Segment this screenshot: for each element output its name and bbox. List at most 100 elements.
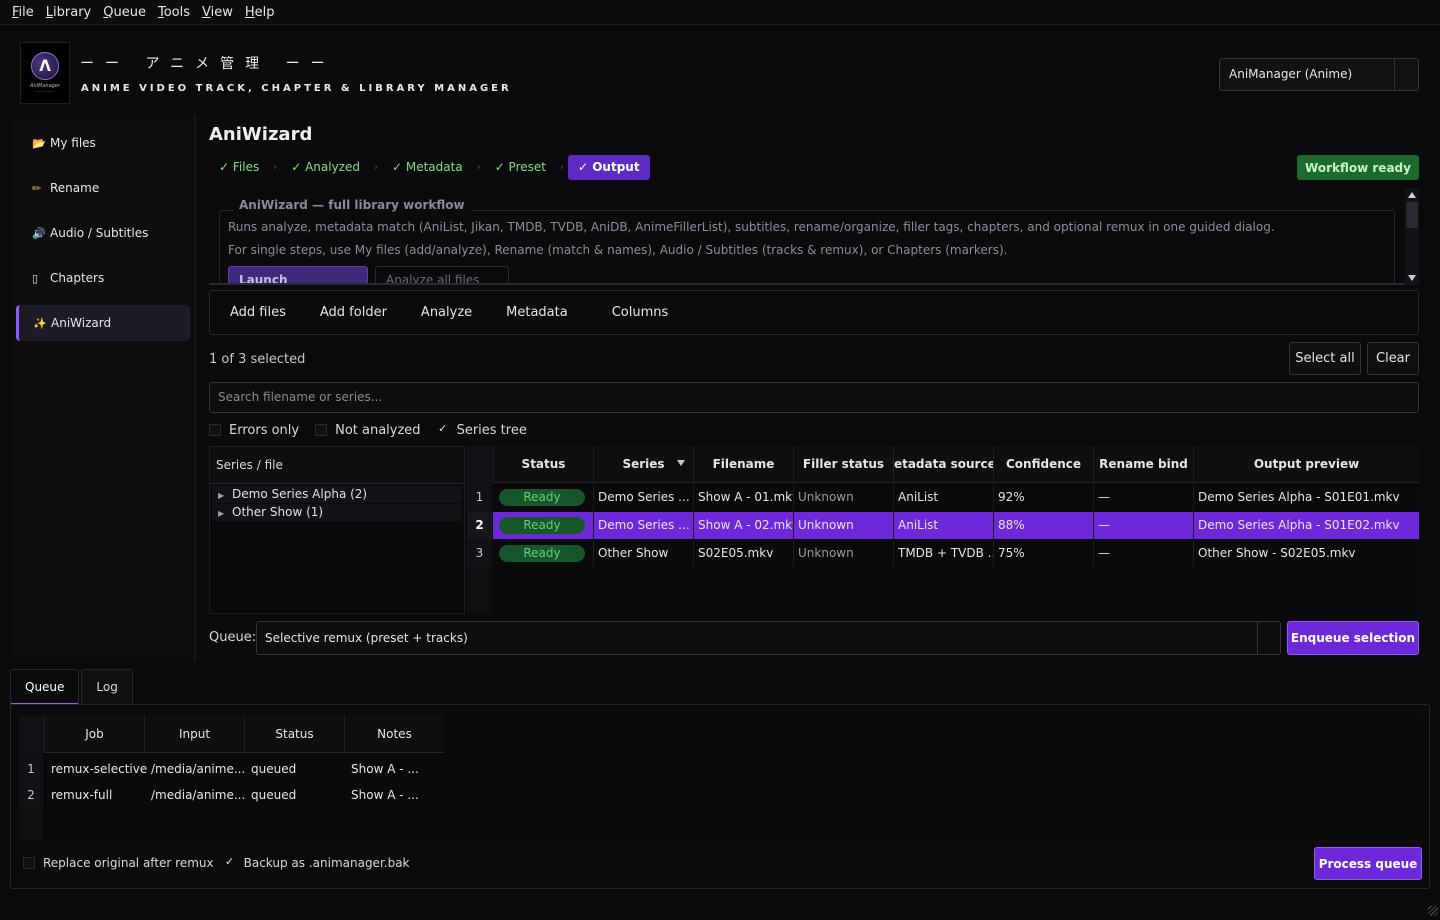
- sidebar: 📂 My files ✏ Rename 🔊 Audio / Subtitles …: [10, 114, 196, 662]
- notes-cell[interactable]: Show A - ...: [347, 782, 447, 808]
- clear-button[interactable]: Clear: [1367, 342, 1419, 375]
- pencil-icon: ✏: [32, 181, 42, 195]
- row-number[interactable]: 1: [467, 484, 492, 511]
- output-cell: Demo Series Alpha - S01E02.mkv: [1193, 512, 1419, 539]
- selection-count: 1 of 3 selected: [209, 352, 306, 367]
- row-number[interactable]: 1: [19, 756, 43, 782]
- col-notes[interactable]: Notes: [344, 715, 444, 753]
- sidebar-item-my-files[interactable]: 📂 My files: [16, 125, 190, 161]
- replace-original-checkbox[interactable]: [23, 857, 35, 869]
- table-row[interactable]: Ready Demo Series ... Show A - 02.mkv Un…: [493, 512, 1419, 539]
- tab-log[interactable]: Log: [81, 669, 133, 705]
- col-status[interactable]: Status: [493, 446, 593, 483]
- step-analyzed[interactable]: ✓ Analyzed: [281, 155, 370, 180]
- col-series[interactable]: Series: [593, 446, 693, 483]
- not-analyzed-checkbox[interactable]: [315, 424, 328, 436]
- corner-cell[interactable]: [19, 715, 44, 753]
- queue-mode-select[interactable]: Selective remux (preset + tracks): [256, 621, 1281, 655]
- workflow-status-badge: Workflow ready: [1297, 155, 1419, 180]
- job-cell[interactable]: remux-full: [47, 782, 147, 808]
- input-cell[interactable]: /media/anime...: [147, 782, 247, 808]
- launch-aniwizard-button[interactable]: Launch AniWizard: [228, 266, 368, 283]
- menu-view[interactable]: View: [196, 0, 239, 25]
- step-files[interactable]: ✓ Files: [209, 155, 269, 180]
- add-folder-button[interactable]: Add folder: [303, 298, 404, 328]
- row-number[interactable]: 3: [467, 540, 492, 567]
- tab-queue[interactable]: Queue: [10, 669, 80, 705]
- enqueue-selection-button[interactable]: Enqueue selection: [1287, 621, 1419, 655]
- queue-mode-dropdown-button[interactable]: [1258, 622, 1280, 654]
- table-row[interactable]: Ready Other Show S02E05.mkv Unknown TMDB…: [493, 540, 1419, 567]
- col-rename-bind[interactable]: Rename bind: [1093, 446, 1193, 483]
- scroll-down-icon[interactable]: [1408, 275, 1416, 281]
- select-all-button[interactable]: Select all: [1289, 342, 1361, 375]
- filename-cell: Show A - 01.mkv: [693, 484, 793, 511]
- queue-label: Queue:: [209, 630, 257, 645]
- wizard-steps: ✓ Files › ✓ Analyzed › ✓ Metadata › ✓ Pr…: [209, 155, 650, 180]
- bind-cell: —: [1093, 512, 1193, 539]
- col-input[interactable]: Input: [144, 715, 244, 753]
- expand-arrow-icon[interactable]: ▶: [218, 505, 232, 522]
- metadata-button[interactable]: Metadata: [489, 298, 585, 328]
- analyze-all-button[interactable]: Analyze all files first: [375, 266, 509, 283]
- resize-grip-icon[interactable]: [1428, 906, 1438, 916]
- table-row[interactable]: Ready Demo Series ... Show A - 01.mkv Un…: [493, 484, 1419, 511]
- not-analyzed-label: Not analyzed: [335, 422, 421, 438]
- step-metadata[interactable]: ✓ Metadata: [382, 155, 473, 180]
- col-confidence[interactable]: Confidence: [993, 446, 1093, 483]
- scroll-thumb[interactable]: [1406, 202, 1418, 228]
- output-cell: Demo Series Alpha - S01E01.mkv: [1193, 484, 1419, 511]
- col-status[interactable]: Status: [244, 715, 344, 753]
- brand-title: ーー アニメ管理 ーー: [80, 56, 336, 72]
- step-preset[interactable]: ✓ Preset: [485, 155, 556, 180]
- col-filler-status[interactable]: Filler status: [793, 446, 893, 483]
- sidebar-item-audio-subtitles[interactable]: 🔊 Audio / Subtitles: [16, 215, 190, 251]
- status-badge: Ready: [499, 517, 585, 534]
- status-cell[interactable]: queued: [247, 782, 347, 808]
- profile-select[interactable]: AniManager (Anime): [1219, 58, 1419, 91]
- series-tree-header[interactable]: Series / file: [210, 447, 464, 484]
- queue-table-header: Job Input Status Notes: [19, 715, 444, 753]
- col-metadata-source[interactable]: Metadata source: [893, 446, 993, 483]
- job-cell[interactable]: remux-selective: [47, 756, 147, 782]
- expand-arrow-icon[interactable]: ▶: [218, 487, 232, 504]
- status-cell: Ready: [493, 484, 593, 511]
- row-number[interactable]: 2: [19, 782, 43, 808]
- errors-only-checkbox[interactable]: [209, 424, 221, 436]
- notes-cell[interactable]: Show A - ...: [347, 756, 447, 782]
- menu-tools[interactable]: Tools: [152, 0, 196, 25]
- sidebar-item-chapters[interactable]: ▯ Chapters: [16, 260, 190, 296]
- menu-library[interactable]: Library: [40, 0, 97, 25]
- add-files-button[interactable]: Add files: [213, 298, 303, 328]
- backup-checkbox[interactable]: ✓: [224, 856, 236, 869]
- source-cell: AniList: [893, 484, 993, 511]
- input-cell[interactable]: /media/anime...: [147, 756, 247, 782]
- series-cell: Demo Series ...: [593, 512, 693, 539]
- menu-help[interactable]: Help: [239, 0, 281, 25]
- sidebar-item-rename[interactable]: ✏ Rename: [16, 170, 190, 206]
- sidebar-item-aniwizard[interactable]: ✨ AniWizard: [16, 305, 190, 341]
- status-cell: Ready: [493, 540, 593, 567]
- tree-item-other-show[interactable]: ▶ Other Show (1): [212, 504, 462, 521]
- search-input[interactable]: Search filename or series...: [209, 382, 1419, 413]
- corner-cell[interactable]: [467, 446, 493, 483]
- tree-item-demo-series-alpha[interactable]: ▶ Demo Series Alpha (2): [212, 486, 462, 503]
- col-output-preview[interactable]: Output preview: [1193, 446, 1419, 483]
- col-filename[interactable]: Filename: [693, 446, 793, 483]
- row-number[interactable]: 2: [467, 512, 492, 539]
- wizard-scrollbar[interactable]: [1405, 188, 1419, 285]
- app-logo: ᐱ AniManager —— ——: [20, 42, 70, 104]
- columns-button[interactable]: Columns: [595, 298, 686, 328]
- menu-file[interactable]: File: [6, 0, 40, 25]
- process-queue-button[interactable]: Process queue: [1314, 847, 1422, 880]
- menu-queue[interactable]: Queue: [97, 0, 152, 25]
- step-output[interactable]: ✓ Output: [567, 155, 650, 180]
- col-job[interactable]: Job: [44, 715, 144, 753]
- files-table: Status Series Filename Filler status Met…: [467, 446, 1419, 614]
- confidence-cell: 92%: [993, 484, 1093, 511]
- status-cell[interactable]: queued: [247, 756, 347, 782]
- analyze-button[interactable]: Analyze: [404, 298, 489, 328]
- sparkles-icon: ✨: [33, 316, 47, 330]
- scroll-up-icon[interactable]: [1408, 192, 1416, 198]
- series-tree-checkbox[interactable]: ✓: [437, 423, 449, 436]
